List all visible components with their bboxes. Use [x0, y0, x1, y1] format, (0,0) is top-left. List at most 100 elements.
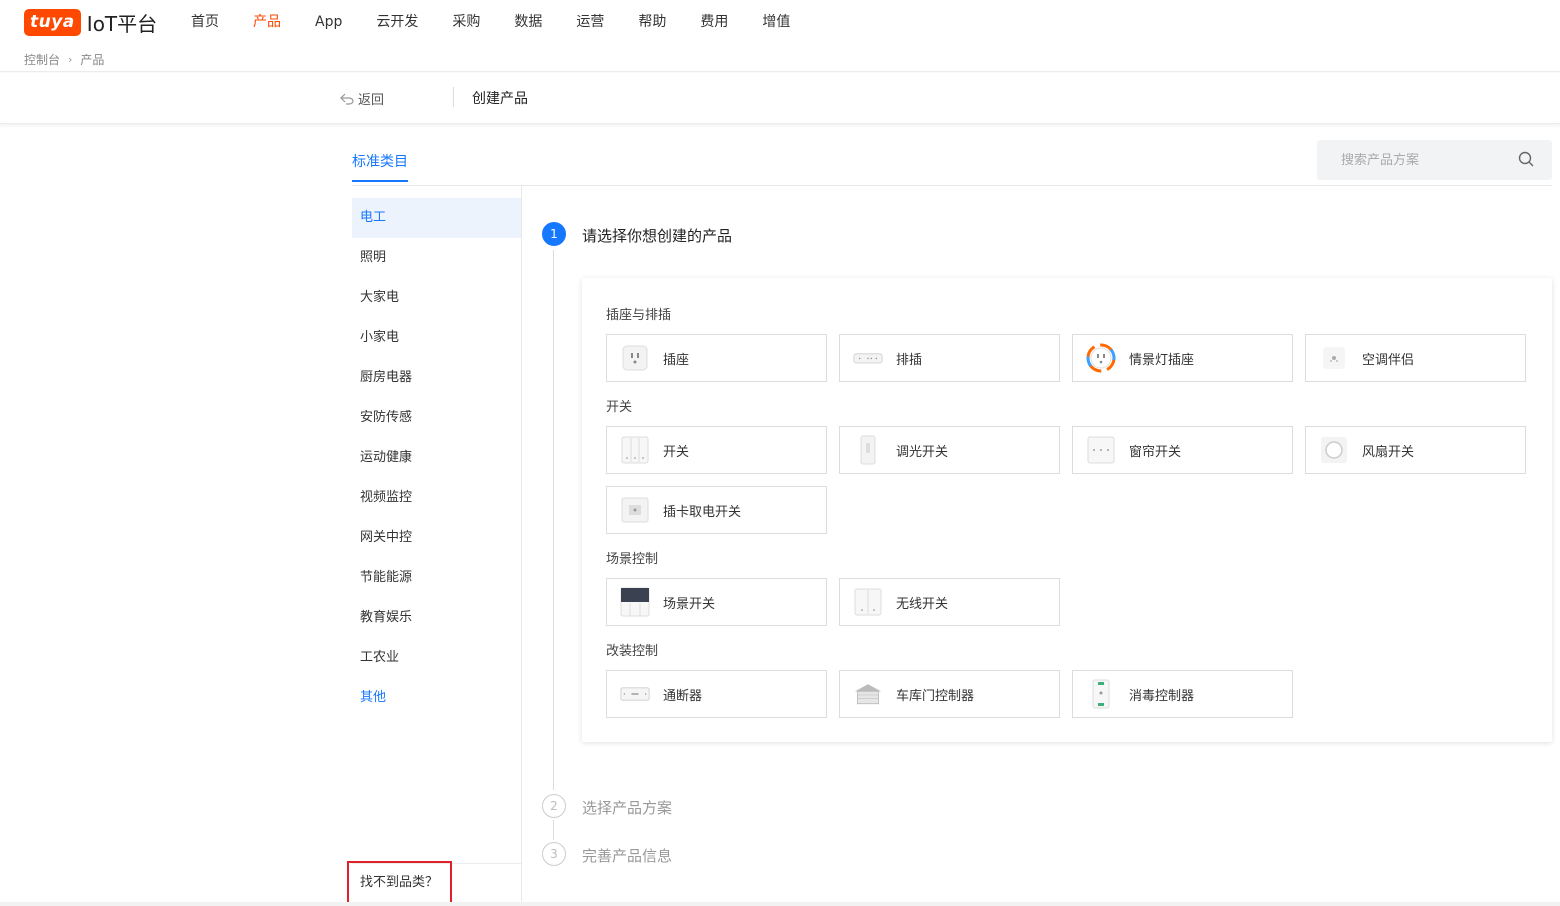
category-not-found-link[interactable]: 找不到品类？ — [347, 861, 452, 904]
search-icon[interactable] — [1518, 151, 1534, 167]
breadcrumb-chevron-icon: › — [68, 53, 73, 66]
card-label: 排插 — [896, 352, 923, 368]
breaker-icon — [620, 679, 650, 709]
card-label: 插卡取电开关 — [663, 504, 742, 520]
product-selection-panel: 插座与排插 插座 排插 情景灯插座 空调伴侣 开关 开关 调光开关 窗帘开关 风… — [582, 278, 1552, 742]
product-card-wireless-switch[interactable]: 无线开关 — [839, 578, 1060, 626]
product-card-fan-switch[interactable]: 风扇开关 — [1305, 426, 1526, 474]
nav-item-help[interactable]: 帮助 — [638, 12, 666, 32]
step-2-indicator: 2 — [542, 794, 566, 818]
card-label: 场景开关 — [663, 596, 716, 612]
breadcrumb-console[interactable]: 控制台 — [24, 51, 60, 68]
step-3-title: 完善产品信息 — [582, 847, 673, 865]
power-strip-icon — [853, 343, 883, 373]
nav-item-value-added[interactable]: 增值 — [762, 12, 790, 32]
card-label: 情景灯插座 — [1129, 352, 1195, 368]
product-card-disinfection[interactable]: 消毒控制器 — [1072, 670, 1293, 718]
product-card-curtain-switch[interactable]: 窗帘开关 — [1072, 426, 1293, 474]
card-label: 通断器 — [663, 688, 703, 704]
ac-companion-icon — [1319, 343, 1349, 373]
nav-item-data[interactable]: 数据 — [514, 12, 542, 32]
top-navigation-bar: tuya IoT平台 首页 产品 App 云开发 采购 数据 运营 帮助 费用 … — [0, 0, 1560, 72]
card-label: 无线开关 — [896, 596, 949, 612]
sidebar-item-industry-agriculture[interactable]: 工农业 — [352, 638, 521, 678]
product-card-breaker[interactable]: 通断器 — [606, 670, 827, 718]
rgb-socket-icon — [1086, 343, 1116, 373]
tuya-logo[interactable]: tuya IoT平台 — [24, 8, 157, 36]
nav-item-product[interactable]: 产品 — [253, 12, 281, 32]
step-connector — [553, 250, 554, 790]
nav-item-purchase[interactable]: 采购 — [452, 12, 480, 32]
category-sidebar: 电工 照明 大家电 小家电 厨房电器 安防传感 运动健康 视频监控 网关中控 节… — [352, 186, 522, 906]
breadcrumb: 控制台 › 产品 — [24, 51, 104, 68]
card-label: 窗帘开关 — [1129, 444, 1182, 460]
group-label-scene-control: 场景控制 — [606, 552, 659, 567]
sidebar-item-other[interactable]: 其他 — [352, 678, 521, 718]
sidebar-item-energy[interactable]: 节能能源 — [352, 558, 521, 598]
product-card-card-switch[interactable]: 插卡取电开关 — [606, 486, 827, 534]
card-label: 空调伴侣 — [1362, 352, 1415, 368]
step-2-title: 选择产品方案 — [582, 799, 673, 817]
step-connector-2 — [553, 820, 554, 840]
nav-item-operation[interactable]: 运营 — [576, 12, 604, 32]
product-card-power-strip[interactable]: 排插 — [839, 334, 1060, 382]
search-input[interactable] — [1341, 152, 1531, 168]
sidebar-item-gateway[interactable]: 网关中控 — [352, 518, 521, 558]
garage-door-icon — [853, 679, 883, 709]
product-card-rgb-socket[interactable]: 情景灯插座 — [1072, 334, 1293, 382]
product-card-socket[interactable]: 插座 — [606, 334, 827, 382]
nav-item-cloud-dev[interactable]: 云开发 — [376, 12, 418, 32]
platform-name: IoT平台 — [86, 11, 158, 36]
header-divider — [453, 87, 454, 107]
sidebar-item-video-surveillance[interactable]: 视频监控 — [352, 478, 521, 518]
nav-item-billing[interactable]: 费用 — [700, 12, 728, 32]
card-label: 车库门控制器 — [896, 688, 975, 704]
product-card-switch[interactable]: 开关 — [606, 426, 827, 474]
tab-standard-category[interactable]: 标准类目 — [352, 151, 408, 182]
sidebar-item-sports-health[interactable]: 运动健康 — [352, 438, 521, 478]
sidebar-item-large-appliances[interactable]: 大家电 — [352, 278, 521, 318]
sidebar-item-electrical[interactable]: 电工 — [352, 198, 521, 238]
breadcrumb-product: 产品 — [80, 53, 105, 67]
curtain-switch-icon — [1086, 435, 1116, 465]
card-label: 调光开关 — [896, 444, 949, 460]
dimmer-switch-icon — [853, 435, 883, 465]
card-label: 风扇开关 — [1362, 444, 1415, 460]
step-1-indicator: 1 — [542, 222, 566, 246]
nav-item-app[interactable]: App — [315, 12, 342, 32]
scene-switch-icon — [620, 587, 650, 617]
logo-badge: tuya — [24, 8, 81, 36]
card-label: 开关 — [663, 444, 690, 460]
product-card-garage-door[interactable]: 车库门控制器 — [839, 670, 1060, 718]
sidebar-item-small-appliances[interactable]: 小家电 — [352, 318, 521, 358]
product-card-ac-companion[interactable]: 空调伴侣 — [1305, 334, 1526, 382]
disinfection-icon — [1086, 679, 1116, 709]
group-label-sockets: 插座与排插 — [606, 308, 672, 323]
product-card-dimmer-switch[interactable]: 调光开关 — [839, 426, 1060, 474]
sidebar-item-education[interactable]: 教育娱乐 — [352, 598, 521, 638]
step-3-indicator: 3 — [542, 842, 566, 866]
card-label: 插座 — [663, 352, 690, 368]
socket-icon — [620, 343, 650, 373]
back-button[interactable]: 返回 — [340, 89, 384, 108]
back-arrow-icon — [340, 93, 354, 105]
group-label-switches: 开关 — [606, 400, 633, 415]
search-box — [1317, 140, 1552, 180]
back-label: 返回 — [358, 93, 385, 108]
switch-icon — [620, 435, 650, 465]
wireless-switch-icon — [853, 587, 883, 617]
card-label: 消毒控制器 — [1129, 688, 1195, 704]
page-header: 返回 创建产品 — [0, 73, 1560, 124]
sidebar-item-security-sensors[interactable]: 安防传感 — [352, 398, 521, 438]
step-1-title: 请选择你想创建的产品 — [582, 227, 733, 245]
bottom-edge — [0, 902, 1560, 906]
sidebar-item-kitchen[interactable]: 厨房电器 — [352, 358, 521, 398]
nav-item-home[interactable]: 首页 — [191, 12, 219, 32]
group-label-retrofit-control: 改装控制 — [606, 644, 659, 659]
page-title: 创建产品 — [472, 91, 528, 107]
product-card-scene-switch[interactable]: 场景开关 — [606, 578, 827, 626]
sidebar-item-lighting[interactable]: 照明 — [352, 238, 521, 278]
main-nav: 首页 产品 App 云开发 采购 数据 运营 帮助 费用 增值 — [191, 12, 824, 32]
tab-divider — [352, 185, 1552, 186]
card-switch-icon — [620, 495, 650, 525]
